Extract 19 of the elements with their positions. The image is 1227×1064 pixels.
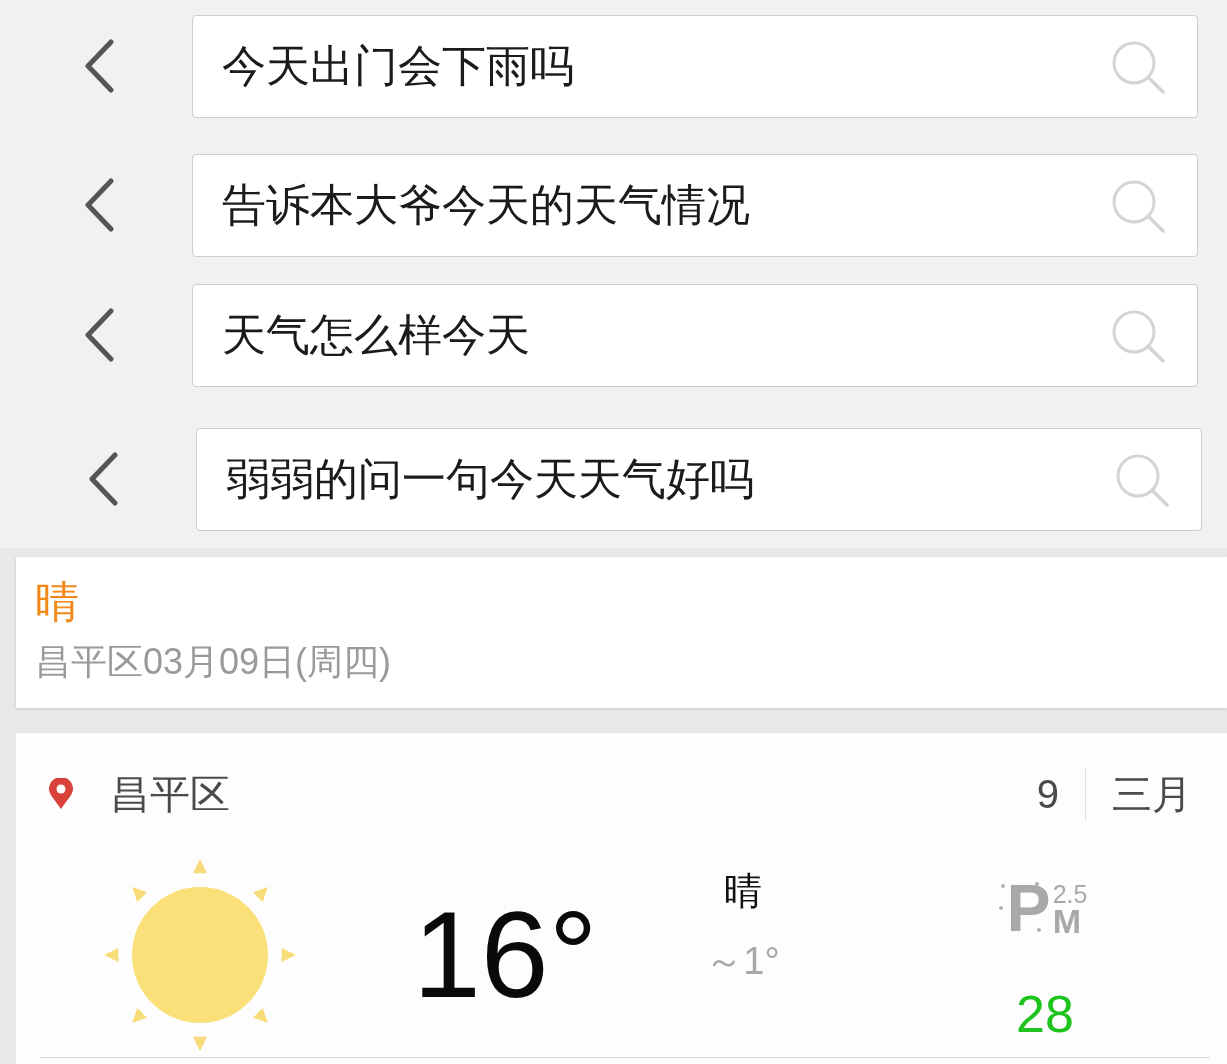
temperature-range: ～1° [705, 941, 780, 981]
back-icon[interactable] [88, 452, 118, 506]
month-label: 三月 [1112, 770, 1192, 818]
sun-icon [105, 857, 295, 1053]
temperature: 16° [413, 887, 598, 1023]
search-field[interactable]: 今天出门会下雨吗 [192, 15, 1198, 118]
summary-condition: 晴 [35, 576, 79, 628]
search-field[interactable]: 天气怎么样今天 [192, 284, 1198, 387]
back-icon[interactable] [84, 308, 114, 362]
search-field[interactable]: 告诉本大爷今天的天气情况 [192, 154, 1198, 257]
location-name: 昌平区 [110, 770, 230, 818]
back-icon[interactable] [84, 39, 114, 93]
weather-condition: 晴 [723, 869, 762, 913]
search-field[interactable]: 弱弱的问一句今天天气好吗 [196, 428, 1202, 531]
air-quality-value: 28 [1016, 988, 1074, 1040]
back-icon[interactable] [84, 178, 114, 232]
location-pin-icon [48, 778, 74, 810]
summary-location-date: 昌平区03月09日(周四) [35, 640, 392, 684]
day-number: 9 [1036, 771, 1059, 817]
